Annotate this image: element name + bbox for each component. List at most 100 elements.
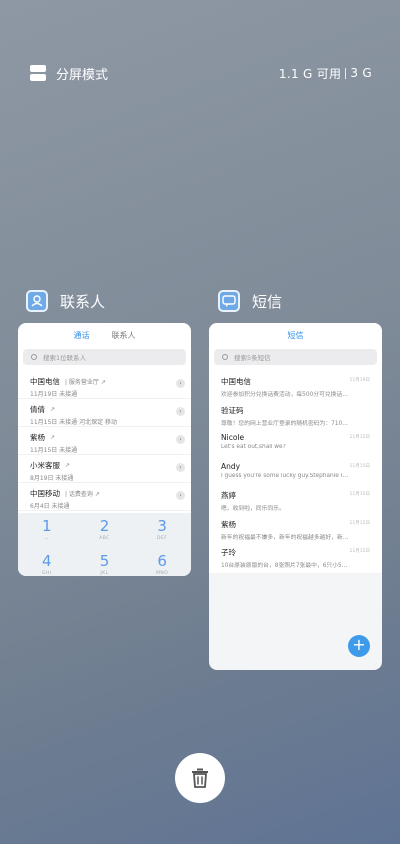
message-preview: 欢迎参加积分兑换话费活动，每500分可兑换话费... <box>221 392 351 398</box>
call-log-detail: 8月19日 未接通 <box>30 475 74 482</box>
call-log-name: 小米客服 <box>30 461 60 470</box>
message-time: 11月15日 <box>349 549 370 554</box>
chevron-right-icon[interactable]: › <box>176 435 185 444</box>
call-log-tag: ↗ <box>50 434 56 441</box>
call-log-tag: | 话费查询 ↗ <box>65 491 100 498</box>
message-time: 11月15日 <box>349 520 370 526</box>
dial-keypad: 1ㅡ 2 ABC 3 DEF 4 GHI 5 JKL 6 MNO <box>18 513 191 576</box>
dial-key-digit: 5 <box>99 552 110 570</box>
sms-search-placeholder: 搜索5条短信 <box>234 354 271 362</box>
message-row[interactable]: 紫杨 新年的祝福最不嫌多，新年的祝福越多越好，新年... 11月15日 <box>209 514 382 543</box>
message-preview: 10台原装原版的台，8张照片7张最中，6只小5只... <box>221 563 351 569</box>
sms-app-header[interactable]: 短信 <box>218 290 282 312</box>
message-row[interactable]: Nicole Let's eat out,shall we? 11月15日 <box>209 428 382 457</box>
contacts-search-placeholder: 搜索1位联系人 <box>43 354 87 362</box>
contacts-app-icon <box>26 290 48 312</box>
dial-key-digit: 4 <box>42 552 52 570</box>
split-screen-button[interactable]: 分屏模式 <box>30 64 108 83</box>
chevron-right-icon[interactable]: › <box>176 463 185 472</box>
message-preview: Let's eat out,shall we? <box>221 444 286 450</box>
sms-app-icon <box>218 290 240 312</box>
chevron-right-icon[interactable]: › <box>176 407 185 416</box>
sms-app-card[interactable]: 短信 搜索5条短信 中国电信 欢迎参加积分兑换话费活动，每500分可兑换话费..… <box>209 323 382 670</box>
trash-icon <box>192 768 208 788</box>
sms-header-title: 短信 <box>287 331 304 340</box>
dial-key-letters: GHI <box>41 571 52 576</box>
call-log-name: 倩倩 <box>30 405 45 414</box>
dial-key-digit: 1 <box>42 517 52 535</box>
message-sender: 燕婷 <box>221 491 236 500</box>
message-sender: 子玲 <box>221 548 236 557</box>
memory-status: 1.1 G 可用 3 G <box>279 65 372 82</box>
call-log-list: 中国电信 | 服务营业厅 ↗ 11月19日 未接通 › 倩倩 ↗ 11月15日 未接… <box>18 371 191 511</box>
call-log-tag: ↗ <box>65 462 71 469</box>
call-log-row[interactable]: 小米客服 ↗ 8月19日 未接通 › <box>18 455 191 483</box>
message-preview: 尊敬！您的网上营业厅登录的随机密码为：710679... <box>221 420 351 427</box>
message-sender: Nicole <box>221 433 245 442</box>
sms-app-title: 短信 <box>252 292 283 311</box>
message-row[interactable]: 验证码 尊敬！您的网上营业厅登录的随机密码为：710679... <box>209 400 382 429</box>
message-time: 11月15日 <box>349 492 370 497</box>
tab-contacts[interactable]: 联系人 <box>112 330 136 344</box>
dial-key[interactable]: 6 MNO <box>133 548 191 576</box>
message-sender: Andy <box>221 461 241 471</box>
call-log-detail: 11月15日 未接通 河北保定 移动 <box>30 419 117 426</box>
dial-key[interactable]: 3 DEF <box>133 513 191 548</box>
dial-key-letters: MNO <box>156 571 169 576</box>
dial-key-digit: 2 <box>99 517 110 535</box>
call-log-detail: 6月4日 未接通 <box>30 503 70 510</box>
dial-key[interactable]: 2 ABC <box>76 513 134 548</box>
memory-total: 3 G <box>350 66 372 80</box>
dial-key-letters: ABC <box>99 536 110 541</box>
contacts-search-input[interactable]: 搜索1位联系人 <box>23 349 186 365</box>
split-screen-icon <box>30 65 46 81</box>
call-log-name: 中国移动 <box>30 489 60 498</box>
search-icon <box>222 354 228 360</box>
dial-key-letters: DEF <box>156 536 168 541</box>
recents-topbar: 分屏模式 1.1 G 可用 3 G <box>30 62 372 84</box>
contacts-app-header[interactable]: 联系人 <box>26 290 105 312</box>
tab-recent[interactable]: 通话 <box>74 330 90 344</box>
dial-key[interactable]: 1ㅡ <box>18 513 76 548</box>
clear-all-button[interactable] <box>175 753 225 803</box>
call-log-detail: 11月15日 未接通 <box>30 447 78 454</box>
sms-content: 短信 搜索5条短信 中国电信 欢迎参加积分兑换话费活动，每500分可兑换话费..… <box>209 323 382 573</box>
contacts-app-card[interactable]: 通话 联系人 搜索1位联系人 中国电信 | 服务营业厅 ↗ 11月19日 未接通 … <box>18 323 191 576</box>
dial-key-digit: 3 <box>157 517 167 535</box>
dial-key[interactable]: 4 GHI <box>18 548 76 576</box>
contacts-tabs: 通话 联系人 <box>18 323 191 344</box>
call-log-name: 紫杨 <box>30 433 45 442</box>
message-row[interactable]: 中国电信 欢迎参加积分兑换话费活动，每500分可兑换话费... 11月19日 <box>209 371 382 400</box>
dial-key-digit: 6 <box>157 552 167 570</box>
memory-available: 1.1 G 可用 <box>278 66 342 81</box>
call-log-tag: ↗ <box>50 406 56 413</box>
search-icon <box>31 354 37 360</box>
call-log-row[interactable]: 中国电信 | 服务营业厅 ↗ 11月19日 未接通 › <box>18 371 191 399</box>
call-log-row[interactable]: 紫杨 ↗ 11月15日 未接通 › <box>18 427 191 455</box>
message-time: 11月19日 <box>349 378 370 383</box>
contacts-app-title: 联系人 <box>60 292 106 311</box>
message-row[interactable]: 燕婷 嗯，收到啦，同乐同乐。 11月15日 <box>209 485 382 514</box>
call-log-tag: | 服务营业厅 ↗ <box>65 379 106 386</box>
memory-divider <box>345 67 347 79</box>
message-sender: 验证码 <box>221 405 244 415</box>
message-row[interactable]: Andy I guess you're some lucky guy.Steph… <box>209 457 382 486</box>
message-preview: 嗯，收到啦，同乐同乐。 <box>221 506 285 512</box>
dial-key-letters: ㅡ <box>44 537 50 542</box>
message-list: 中国电信 欢迎参加积分兑换话费活动，每500分可兑换话费... 11月19日 验… <box>209 371 382 573</box>
call-log-row[interactable]: 中国移动 | 话费查询 ↗ 6月4日 未接通 › <box>18 483 191 511</box>
new-message-button[interactable]: + <box>348 635 370 657</box>
call-log-detail: 11月19日 未接通 <box>30 391 78 398</box>
message-time: 11月15日 <box>349 435 370 440</box>
message-time: 11月15日 <box>349 463 370 469</box>
message-row[interactable]: 子玲 10台原装原版的台，8张照片7张最中，6只小5只... 11月15日 <box>209 542 382 571</box>
message-preview: 新年的祝福最不嫌多，新年的祝福越多越好，新年... <box>221 534 351 541</box>
call-log-name: 中国电信 <box>30 377 60 386</box>
call-log-row[interactable]: 倩倩 ↗ 11月15日 未接通 河北保定 移动 › <box>18 399 191 427</box>
message-preview: I guess you're some lucky guy.Stephanie … <box>221 472 351 479</box>
dial-key[interactable]: 5 JKL <box>76 548 134 576</box>
chevron-right-icon[interactable]: › <box>176 491 185 500</box>
chevron-right-icon[interactable]: › <box>176 379 185 388</box>
sms-search-input[interactable]: 搜索5条短信 <box>214 349 377 365</box>
split-screen-label: 分屏模式 <box>56 67 109 83</box>
